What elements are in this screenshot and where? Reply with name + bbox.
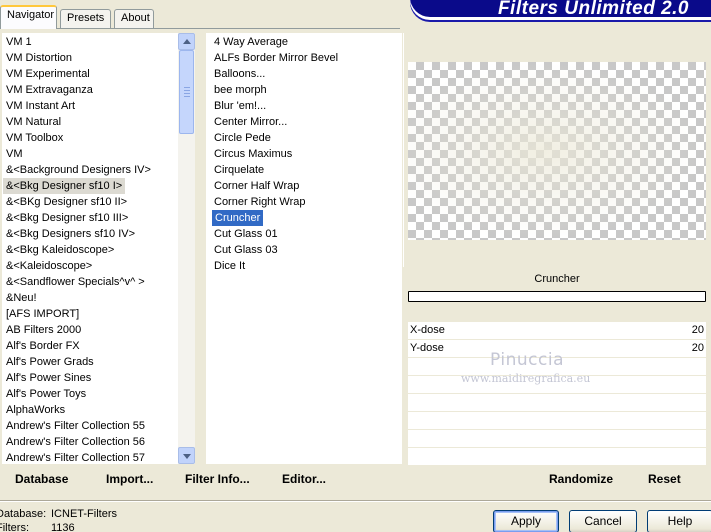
- tab-presets[interactable]: Presets: [60, 9, 111, 28]
- param-label: Y-dose: [410, 342, 444, 354]
- category-item[interactable]: VM Distortion: [6, 50, 72, 66]
- grip-line: [184, 96, 190, 97]
- filters-count-label: Filters:: [0, 522, 29, 532]
- filter-item[interactable]: 4 Way Average: [214, 34, 288, 50]
- preview-image: [408, 62, 706, 240]
- category-item[interactable]: Alf's Power Toys: [6, 386, 86, 402]
- category-item[interactable]: VM Extravaganza: [6, 82, 93, 98]
- watermark-url: www.maidiregrafica.eu: [461, 372, 591, 385]
- category-item[interactable]: VM Experimental: [6, 66, 90, 82]
- category-item[interactable]: &<Bkg Designers sf10 IV>: [6, 226, 135, 242]
- filter-item[interactable]: Corner Half Wrap: [214, 178, 299, 194]
- param-label: X-dose: [410, 324, 445, 336]
- database-button[interactable]: Database: [15, 472, 68, 486]
- grip-line: [184, 90, 190, 91]
- param-row-empty: [408, 448, 706, 466]
- filter-list[interactable]: 4 Way Average ALFs Border Mirror Bevel Bal…: [206, 33, 402, 464]
- param-row-x-dose[interactable]: X-dose 20: [408, 322, 706, 340]
- watermark-name: Pinuccia: [490, 350, 564, 370]
- category-item[interactable]: Andrew's Filter Collection 57: [6, 450, 145, 464]
- filter-item[interactable]: Dice It: [214, 258, 245, 274]
- category-scrollbar[interactable]: [178, 33, 195, 464]
- category-item[interactable]: &<BKg Designer sf10 II>: [6, 194, 127, 210]
- category-item[interactable]: [AFS IMPORT]: [6, 306, 79, 322]
- filters-count-value: 1136: [51, 522, 75, 532]
- filter-item[interactable]: Blur 'em!...: [214, 98, 266, 114]
- preview-toolbar: Randomize Reset: [408, 466, 706, 494]
- filter-item[interactable]: Cruncher: [212, 210, 264, 226]
- arrow-up-icon: [183, 39, 191, 44]
- category-list[interactable]: VM 1 VM Distortion VM Experimental VM Extra…: [2, 33, 178, 464]
- filter-item[interactable]: bee morph: [214, 82, 267, 98]
- cancel-button[interactable]: Cancel: [569, 510, 637, 532]
- category-item[interactable]: VM Instant Art: [6, 98, 75, 114]
- database-label: Database:: [0, 508, 47, 520]
- category-item[interactable]: &<Sandflower Specials^v^ >: [6, 274, 145, 290]
- filter-item[interactable]: Balloons...: [214, 66, 265, 82]
- category-item[interactable]: Andrew's Filter Collection 55: [6, 418, 145, 434]
- scroll-thumb[interactable]: [179, 50, 194, 134]
- filter-item[interactable]: Cut Glass 03: [214, 242, 278, 258]
- category-item[interactable]: AB Filters 2000: [6, 322, 81, 338]
- app-banner: Filters Unlimited 2.0: [410, 0, 711, 20]
- param-row-empty: [408, 394, 706, 412]
- param-row-empty: [408, 412, 706, 430]
- category-item[interactable]: VM 1: [6, 34, 32, 50]
- tab-strip: Navigator Presets About: [0, 0, 400, 29]
- filter-item[interactable]: Cut Glass 01: [214, 226, 278, 242]
- category-item[interactable]: AlphaWorks: [6, 402, 65, 418]
- filter-name-label: Cruncher: [534, 273, 580, 285]
- filter-item[interactable]: Center Mirror...: [214, 114, 287, 130]
- tab-about[interactable]: About: [114, 9, 154, 28]
- category-item[interactable]: Andrew's Filter Collection 56: [6, 434, 145, 450]
- category-item[interactable]: &Neu!: [6, 290, 37, 306]
- tab-divider: [0, 28, 400, 29]
- category-item[interactable]: &<Background Designers IV>: [6, 162, 151, 178]
- reset-button[interactable]: Reset: [648, 472, 681, 486]
- scroll-down-button[interactable]: [178, 447, 195, 464]
- filter-item[interactable]: ALFs Border Mirror Bevel: [214, 50, 338, 66]
- randomize-button[interactable]: Randomize: [549, 472, 613, 486]
- database-value: ICNET-Filters: [51, 508, 117, 520]
- editor-button[interactable]: Editor...: [282, 472, 326, 486]
- category-item[interactable]: VM Toolbox: [6, 130, 63, 146]
- help-button[interactable]: Help: [647, 510, 711, 532]
- category-item[interactable]: Alf's Power Grads: [6, 354, 94, 370]
- tab-navigator[interactable]: Navigator: [0, 5, 57, 29]
- app-title: Filters Unlimited 2.0: [497, 0, 689, 19]
- parameters-panel: X-dose 20 Y-dose 20: [408, 322, 706, 466]
- category-item[interactable]: &<Bkg Kaleidoscope>: [6, 242, 114, 258]
- filter-item[interactable]: Circus Maximus: [214, 146, 292, 162]
- category-item[interactable]: &<Bkg Designer sf10 III>: [6, 210, 128, 226]
- navigator-toolbar: Database Import... Filter Info... Editor…: [0, 466, 402, 494]
- scroll-up-button[interactable]: [178, 33, 195, 50]
- category-item[interactable]: &<Kaleidoscope>: [6, 258, 92, 274]
- category-item[interactable]: Alf's Border FX: [6, 338, 80, 354]
- param-row-empty: [408, 430, 706, 448]
- category-item[interactable]: Alf's Power Sines: [6, 370, 91, 386]
- filter-item[interactable]: Corner Right Wrap: [214, 194, 306, 210]
- grip-line: [184, 87, 190, 88]
- filter-item[interactable]: Cirquelate: [214, 162, 264, 178]
- import-button[interactable]: Import...: [106, 472, 153, 486]
- progress-bar: [408, 291, 706, 302]
- filter-info-button[interactable]: Filter Info...: [185, 472, 250, 486]
- filter-item[interactable]: Circle Pede: [214, 130, 271, 146]
- category-item[interactable]: &<Bkg Designer sf10 I>: [3, 178, 126, 194]
- separator-highlight: [0, 501, 711, 502]
- param-value: 20: [691, 324, 704, 336]
- param-value: 20: [691, 342, 704, 354]
- grip-line: [184, 93, 190, 94]
- category-item[interactable]: VM: [6, 146, 23, 162]
- apply-button[interactable]: Apply: [493, 510, 559, 532]
- arrow-down-icon: [183, 454, 191, 459]
- category-item[interactable]: VM Natural: [6, 114, 61, 130]
